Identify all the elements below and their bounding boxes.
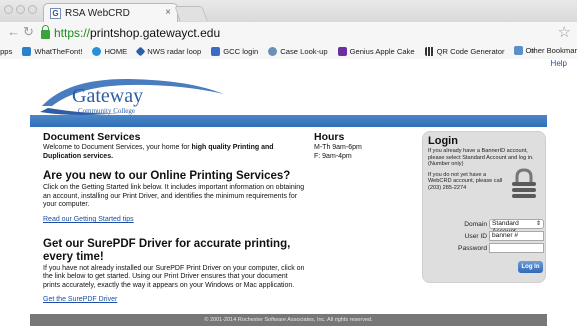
getting-started-link[interactable]: Read our Getting Started tips (43, 216, 134, 223)
bookmark-label: Case Look-up (280, 46, 328, 56)
yahoo-icon (337, 46, 347, 56)
surepdf-body: If you have not already installed our Su… (43, 264, 305, 289)
bookmark-case-lookup[interactable]: Case Look-up (268, 46, 328, 56)
domain-row: Domain Standard Account ⇕ (423, 219, 547, 235)
window-controls (4, 5, 37, 14)
qr-code-icon (424, 46, 434, 56)
password-label: Password (458, 245, 487, 252)
header-banner (30, 115, 547, 127)
lock-icon (41, 25, 50, 39)
main-column: Document Services Welcome to Document Se… (43, 131, 305, 305)
logo-subtitle: Community College (78, 107, 135, 115)
password-input[interactable] (489, 243, 544, 253)
gcc-icon (211, 46, 221, 56)
page-footer: © 2001-2014 Rochester Software Associate… (30, 314, 547, 326)
document-services-title: Document Services (43, 131, 141, 143)
back-arrow-icon[interactable]: ← (7, 24, 20, 40)
folder-icon (513, 46, 523, 55)
userid-input[interactable]: banner # (489, 231, 544, 241)
bookmark-apps[interactable]: Apps (0, 47, 12, 56)
surepdf-driver-link[interactable]: Get the SurePDF Driver (43, 296, 117, 303)
login-button[interactable]: Log In (518, 261, 543, 273)
userid-row: User ID banner # (423, 231, 547, 243)
document-services-intro: Welcome to Document Services, your home … (43, 144, 192, 151)
bookmark-star-icon[interactable]: ☆ (558, 23, 571, 41)
tab-title: RSA WebCRD (65, 7, 130, 19)
bookmark-label: Apps (0, 46, 13, 56)
bookmark-home[interactable]: HOME (92, 46, 128, 56)
reload-icon[interactable]: ↻ (23, 24, 34, 40)
hours-section: Hours M-Th 9am-6pm F: 9am-4pm (314, 131, 362, 161)
home-icon (92, 46, 102, 56)
bookmark-label: HOME (104, 46, 128, 56)
new-users-title: Are you new to our Online Printing Servi… (43, 170, 291, 183)
logo-name: Gateway (72, 85, 143, 107)
padlock-icon (512, 168, 536, 198)
login-panel: Login If you already have a BannerID acc… (422, 131, 546, 283)
tab-favicon-icon: G (50, 7, 61, 19)
document-services-body: Welcome to Document Services, your home … (43, 144, 305, 161)
minimize-window-icon[interactable] (16, 5, 25, 14)
userid-label: User ID (464, 233, 487, 240)
domain-select[interactable]: Standard Account ⇕ (489, 219, 544, 235)
url-scheme: https:// (54, 26, 91, 40)
other-bookmarks-label: Other Bookmar (525, 46, 577, 55)
new-users-body: Click on the Getting Started link below.… (43, 184, 305, 209)
nws-icon (135, 46, 146, 56)
page-content: Help Gateway Community College Document … (0, 59, 577, 335)
password-row: Password (423, 243, 547, 255)
browser-tab-strip: G RSA WebCRD × (0, 0, 577, 22)
login-title: Login (428, 135, 458, 147)
bookmarks-bar: Apps WhatTheFont! HOME NWS radar loop GC… (0, 43, 577, 59)
bookmark-qr-code-generator[interactable]: QR Code Generator (424, 46, 505, 56)
bookmark-whatthefont[interactable]: WhatTheFont! (22, 46, 83, 56)
zoom-window-icon[interactable] (28, 5, 37, 14)
gateway-logo: Gateway Community College (40, 78, 224, 115)
bookmark-label: Genius Apple Cake (349, 46, 415, 56)
hours-friday: F: 9am-4pm (314, 152, 352, 160)
other-bookmarks-folder[interactable]: Other Bookmar (513, 46, 577, 55)
case-lookup-icon (268, 46, 278, 56)
address-bar[interactable]: https:// printshop.gatewayct.edu (41, 25, 553, 41)
hours-weekday: M-Th 9am-6pm (314, 144, 362, 151)
domain-label: Domain (464, 221, 487, 228)
browser-toolbar: ← ↻ https:// printshop.gatewayct.edu ☆ (0, 22, 577, 43)
hours-title: Hours (314, 131, 345, 143)
close-window-icon[interactable] (4, 5, 13, 14)
bookmark-label: QR Code Generator (436, 46, 505, 56)
new-tab-button[interactable] (174, 6, 208, 21)
help-link[interactable]: Help (551, 59, 567, 68)
login-info-banner: If you already have a BannerID account, … (428, 148, 534, 168)
bookmark-label: NWS radar loop (147, 46, 202, 56)
bookmark-gcc-login[interactable]: GCC login (211, 46, 259, 56)
whatthefont-icon (22, 46, 32, 56)
bookmark-nws-radar[interactable]: NWS radar loop (135, 46, 202, 56)
tab-close-icon[interactable]: × (165, 7, 171, 18)
login-info-contact: If you do not yet have a WebCRD account,… (428, 171, 503, 191)
browser-tab[interactable]: G RSA WebCRD × (43, 3, 178, 22)
bookmark-label: WhatTheFont! (34, 46, 83, 56)
url-host: printshop.gatewayct.edu (90, 26, 221, 40)
bookmark-genius-apple-cake[interactable]: Genius Apple Cake (337, 46, 415, 56)
bookmark-label: GCC login (223, 46, 259, 56)
chevron-updown-icon: ⇕ (535, 221, 541, 227)
surepdf-title: Get our SurePDF Driver for accurate prin… (43, 237, 291, 263)
